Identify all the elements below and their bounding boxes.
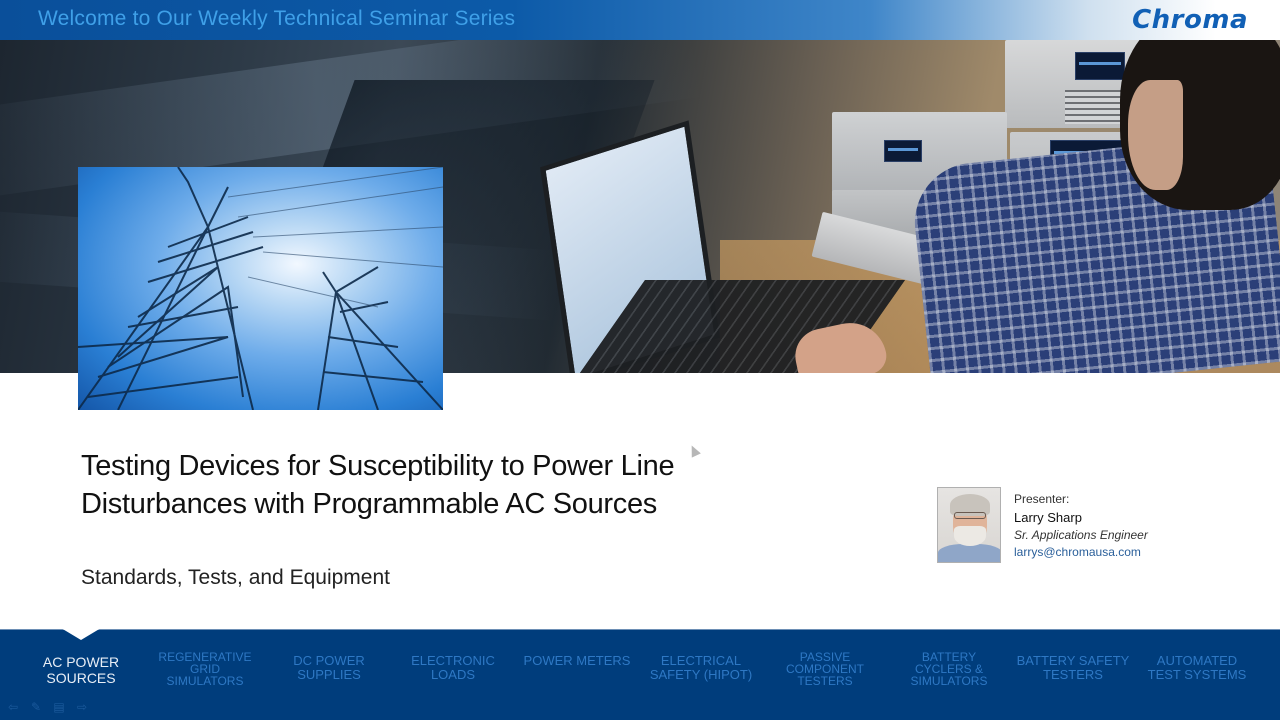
nav-label-line: LOADS bbox=[430, 667, 476, 682]
nav-item-battery-cyclers-simulators[interactable]: BATTERY CYCLERS & SIMULATORS bbox=[887, 651, 1011, 687]
avatar-glasses bbox=[954, 512, 986, 519]
product-category-nav: AC POWER SOURCES REGENERATIVE GRID SIMUL… bbox=[0, 629, 1280, 720]
nav-item-electronic-loads[interactable]: ELECTRONIC LOADS bbox=[391, 654, 515, 682]
pen-icon[interactable]: ✎ bbox=[29, 700, 43, 714]
nav-item-regenerative-grid-simulators[interactable]: REGENERATIVE GRID SIMULATORS bbox=[143, 651, 267, 687]
nav-label-line: POWER METERS bbox=[523, 653, 631, 668]
equipment-display bbox=[1075, 52, 1125, 80]
avatar-shirt bbox=[938, 544, 1000, 562]
presenter-info: Presenter: Larry Sharp Sr. Applications … bbox=[1014, 491, 1148, 561]
nav-label-line: TESTERS bbox=[1043, 667, 1103, 682]
avatar-beard bbox=[954, 526, 986, 546]
slide-playback-controls: ⇦ ✎ ▤ ⇨ bbox=[6, 700, 89, 714]
nav-label-line: SIMULATORS bbox=[910, 674, 988, 688]
nav-item-ac-power-sources[interactable]: AC POWER SOURCES bbox=[19, 654, 143, 686]
engineer-face bbox=[1128, 80, 1183, 190]
title-line-2: Disturbances with Programmable AC Source… bbox=[81, 488, 657, 520]
title-line-1: Testing Devices for Susceptibility to Po… bbox=[81, 450, 675, 482]
nav-item-battery-safety-testers[interactable]: BATTERY SAFETY TESTERS bbox=[1011, 654, 1135, 682]
presenter-avatar bbox=[937, 487, 1001, 563]
previous-arrow-icon[interactable]: ⇦ bbox=[6, 700, 20, 714]
transmission-tower-icon bbox=[78, 167, 443, 410]
nav-item-electrical-safety-hipot[interactable]: ELECTRICAL SAFETY (HIPOT) bbox=[639, 654, 763, 682]
nav-label-line: ELECTRICAL bbox=[660, 653, 742, 668]
nav-label-line: TESTERS bbox=[797, 674, 853, 688]
presenter-email-link[interactable]: larrys@chromausa.com bbox=[1014, 544, 1148, 561]
nav-item-power-meters[interactable]: POWER METERS bbox=[515, 654, 639, 668]
nav-label-line: ELECTRONIC bbox=[411, 653, 495, 668]
equipment-display bbox=[884, 140, 922, 162]
nav-label-line: AC POWER bbox=[42, 654, 120, 670]
nav-label-line: SAFETY (HIPOT) bbox=[649, 667, 753, 682]
nav-label-line: BATTERY SAFETY bbox=[1016, 653, 1130, 668]
presentation-subtitle: Standards, Tests, and Equipment bbox=[81, 566, 390, 589]
next-arrow-icon[interactable]: ⇨ bbox=[75, 700, 89, 714]
active-nav-pointer bbox=[61, 628, 101, 640]
presentation-title: Testing Devices for Susceptibility to Po… bbox=[81, 447, 781, 523]
chroma-logo: Chroma bbox=[1132, 5, 1248, 35]
nav-label-line: TEST SYSTEMS bbox=[1147, 667, 1247, 682]
seminar-series-title: Welcome to Our Weekly Technical Seminar … bbox=[38, 7, 516, 30]
nav-label-line: AUTOMATED bbox=[1156, 653, 1238, 668]
power-towers-image bbox=[78, 167, 443, 410]
presenter-label: Presenter: bbox=[1014, 492, 1070, 506]
nav-item-automated-test-systems[interactable]: AUTOMATED TEST SYSTEMS bbox=[1135, 654, 1259, 682]
menu-icon[interactable]: ▤ bbox=[52, 700, 66, 714]
nav-label-line: SOURCES bbox=[46, 670, 116, 686]
presenter-role: Sr. Applications Engineer bbox=[1014, 528, 1148, 542]
nav-label-line: SIMULATORS bbox=[166, 674, 244, 688]
header-bar: Welcome to Our Weekly Technical Seminar … bbox=[0, 0, 1280, 40]
nav-label-line: DC POWER bbox=[293, 653, 365, 668]
presenter-name: Larry Sharp bbox=[1014, 510, 1082, 525]
nav-item-passive-component-testers[interactable]: PASSIVE COMPONENT TESTERS bbox=[763, 651, 887, 687]
nav-item-dc-power-supplies[interactable]: DC POWER SUPPLIES bbox=[267, 654, 391, 682]
nav-label-line: SUPPLIES bbox=[297, 667, 361, 682]
